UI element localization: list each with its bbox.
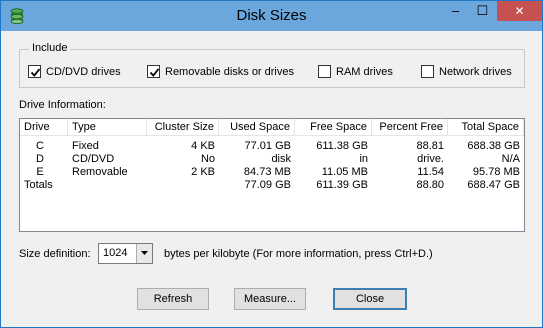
bytes-per-kilobyte-label: bytes per kilobyte (For more information…: [164, 248, 433, 260]
cell-used-space: disk: [271, 153, 291, 165]
checkbox-box[interactable]: [147, 65, 160, 78]
checkmark-icon: [149, 68, 160, 77]
network-drives-checkbox[interactable]: Network drives: [421, 65, 512, 78]
size-definition-label: Size definition:: [19, 248, 91, 260]
removable-checkbox[interactable]: Removable disks or drives: [147, 65, 294, 78]
checkbox-box[interactable]: [28, 65, 41, 78]
cell-type: [68, 179, 147, 192]
kilobyte-size-value: 1024: [103, 247, 128, 259]
column-header-drive[interactable]: Drive: [20, 119, 68, 136]
cell-used-space: 84.73 MB: [243, 166, 291, 178]
cell-cluster-size: [147, 179, 219, 192]
column-header-type[interactable]: Type: [68, 119, 147, 136]
cell-drive: E: [36, 166, 44, 178]
cell-percent-free: 11.54: [417, 166, 444, 178]
cell-cluster-size: 2 KB: [191, 166, 215, 178]
cell-used-space: 77.01 GB: [244, 140, 291, 152]
title-bar[interactable]: Disk Sizes – ☐ ✕: [1, 1, 542, 31]
ram-drives-checkbox[interactable]: RAM drives: [318, 65, 393, 78]
cell-drive: C: [36, 140, 44, 152]
cell-free-space: 611.38 GB: [316, 140, 368, 152]
cell-free-space: 11.05 MB: [321, 166, 368, 178]
measure-button[interactable]: Measure...: [234, 288, 306, 310]
cell-percent-free: 88.81: [416, 140, 444, 152]
kilobyte-size-select[interactable]: 1024: [98, 243, 153, 264]
include-groupbox: Include CD/DVD drives Removable disks or…: [19, 42, 525, 88]
cell-percent-free: drive.: [417, 153, 444, 165]
chevron-down-icon: [141, 251, 148, 255]
include-legend: Include: [29, 42, 71, 54]
column-header-cluster-size[interactable]: Cluster Size: [147, 119, 219, 136]
cell-percent-free: 88.80: [416, 179, 444, 191]
network-drives-label: Network drives: [439, 65, 512, 78]
cell-free-space: 611.39 GB: [316, 179, 368, 191]
disk-stack-icon[interactable]: [10, 8, 24, 24]
cell-drive: D: [36, 153, 44, 165]
refresh-button[interactable]: Refresh: [137, 288, 209, 310]
disk-sizes-window: Disk Sizes – ☐ ✕ Include CD/DVD drives R…: [0, 0, 543, 328]
maximize-button[interactable]: ☐: [469, 2, 496, 22]
ram-drives-label: RAM drives: [336, 65, 393, 78]
cd-dvd-checkbox[interactable]: CD/DVD drives: [28, 65, 121, 78]
cell-total-space: N/A: [501, 153, 520, 165]
cell-total-space: 95.78 MB: [472, 166, 520, 178]
drive-info-label: Drive Information:: [19, 99, 106, 111]
cell-type: Fixed: [72, 140, 99, 152]
close-window-button[interactable]: ✕: [497, 1, 542, 21]
minimize-button[interactable]: –: [442, 2, 469, 22]
column-header-total-space[interactable]: Total Space: [448, 119, 524, 136]
close-button[interactable]: Close: [333, 288, 407, 310]
cell-cluster-size: 4 KB: [191, 140, 215, 152]
column-header-percent-free[interactable]: Percent Free: [372, 119, 448, 136]
cell-used-space: 77.09 GB: [244, 179, 291, 191]
column-header-used-space[interactable]: Used Space: [219, 119, 295, 136]
checkbox-box[interactable]: [318, 65, 331, 78]
checkmark-icon: [30, 68, 41, 77]
dropdown-button[interactable]: [136, 244, 152, 263]
checkbox-box[interactable]: [421, 65, 434, 78]
column-header-free-space[interactable]: Free Space: [295, 119, 372, 136]
cell-type: Removable: [72, 166, 128, 178]
drive-info-list[interactable]: Drive Type Cluster Size Used Space Free …: [19, 118, 525, 232]
table-row[interactable]: D CD/DVD No disk in drive. N/A: [20, 153, 524, 166]
cd-dvd-label: CD/DVD drives: [46, 65, 121, 78]
list-header: Drive Type Cluster Size Used Space Free …: [20, 119, 524, 136]
cell-free-space: in: [359, 153, 368, 165]
totals-row[interactable]: Totals 77.09 GB 611.39 GB 88.80 688.47 G…: [20, 179, 524, 192]
table-row[interactable]: C Fixed 4 KB 77.01 GB 611.38 GB 88.81 68…: [20, 140, 524, 153]
cell-total-space: 688.38 GB: [467, 140, 520, 152]
cell-type: CD/DVD: [72, 153, 115, 165]
cell-total-space: 688.47 GB: [467, 179, 520, 191]
table-row[interactable]: E Removable 2 KB 84.73 MB 11.05 MB 11.54…: [20, 166, 524, 179]
removable-label: Removable disks or drives: [165, 65, 294, 78]
cell-cluster-size: No: [200, 153, 215, 165]
